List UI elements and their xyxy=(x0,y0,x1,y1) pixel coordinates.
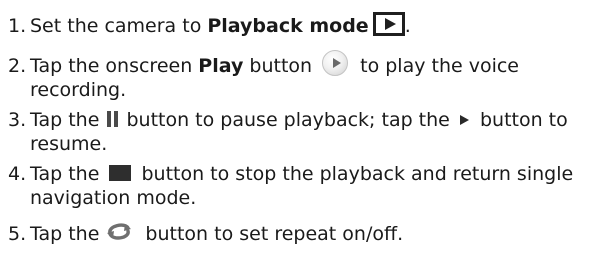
play-triangle-icon xyxy=(459,114,470,125)
repeat-icon xyxy=(105,220,133,242)
step-text: Tap the xyxy=(30,163,100,185)
step-number: 5. xyxy=(8,223,27,245)
step-text: button xyxy=(243,55,313,77)
step-text: Tap the xyxy=(30,109,100,131)
play-circle-icon xyxy=(322,49,349,76)
playback-mode-icon xyxy=(372,11,405,36)
step-2: 2. Tap the onscreen Play button to play … xyxy=(8,49,594,102)
stop-icon xyxy=(109,164,132,181)
step-5: 5. Tap the button to set repeat on/off. xyxy=(8,222,594,246)
step-4: 4. Tap the button to stop the playback a… xyxy=(8,162,594,210)
step-text: button to set repeat on/off. xyxy=(139,223,404,245)
step-number: 4. xyxy=(8,163,27,185)
step-bold-text: Play xyxy=(198,55,244,77)
step-text: Tap the onscreen xyxy=(30,55,199,77)
step-text: . xyxy=(404,15,411,37)
step-1: 1. Set the camera to Playback mode. xyxy=(8,11,594,38)
step-number: 2. xyxy=(8,55,27,77)
pause-icon xyxy=(107,110,119,127)
step-3: 3. Tap the button to pause playback; tap… xyxy=(8,108,594,156)
step-text: Set the camera to xyxy=(30,15,208,37)
instruction-list: 1. Set the camera to Playback mode. 2. T… xyxy=(8,0,594,246)
step-text: Tap the xyxy=(30,223,100,245)
step-text: button to pause playback; tap the xyxy=(120,109,450,131)
step-number: 3. xyxy=(8,109,27,131)
step-number: 1. xyxy=(8,15,27,37)
step-bold-text: Playback mode xyxy=(207,15,369,37)
